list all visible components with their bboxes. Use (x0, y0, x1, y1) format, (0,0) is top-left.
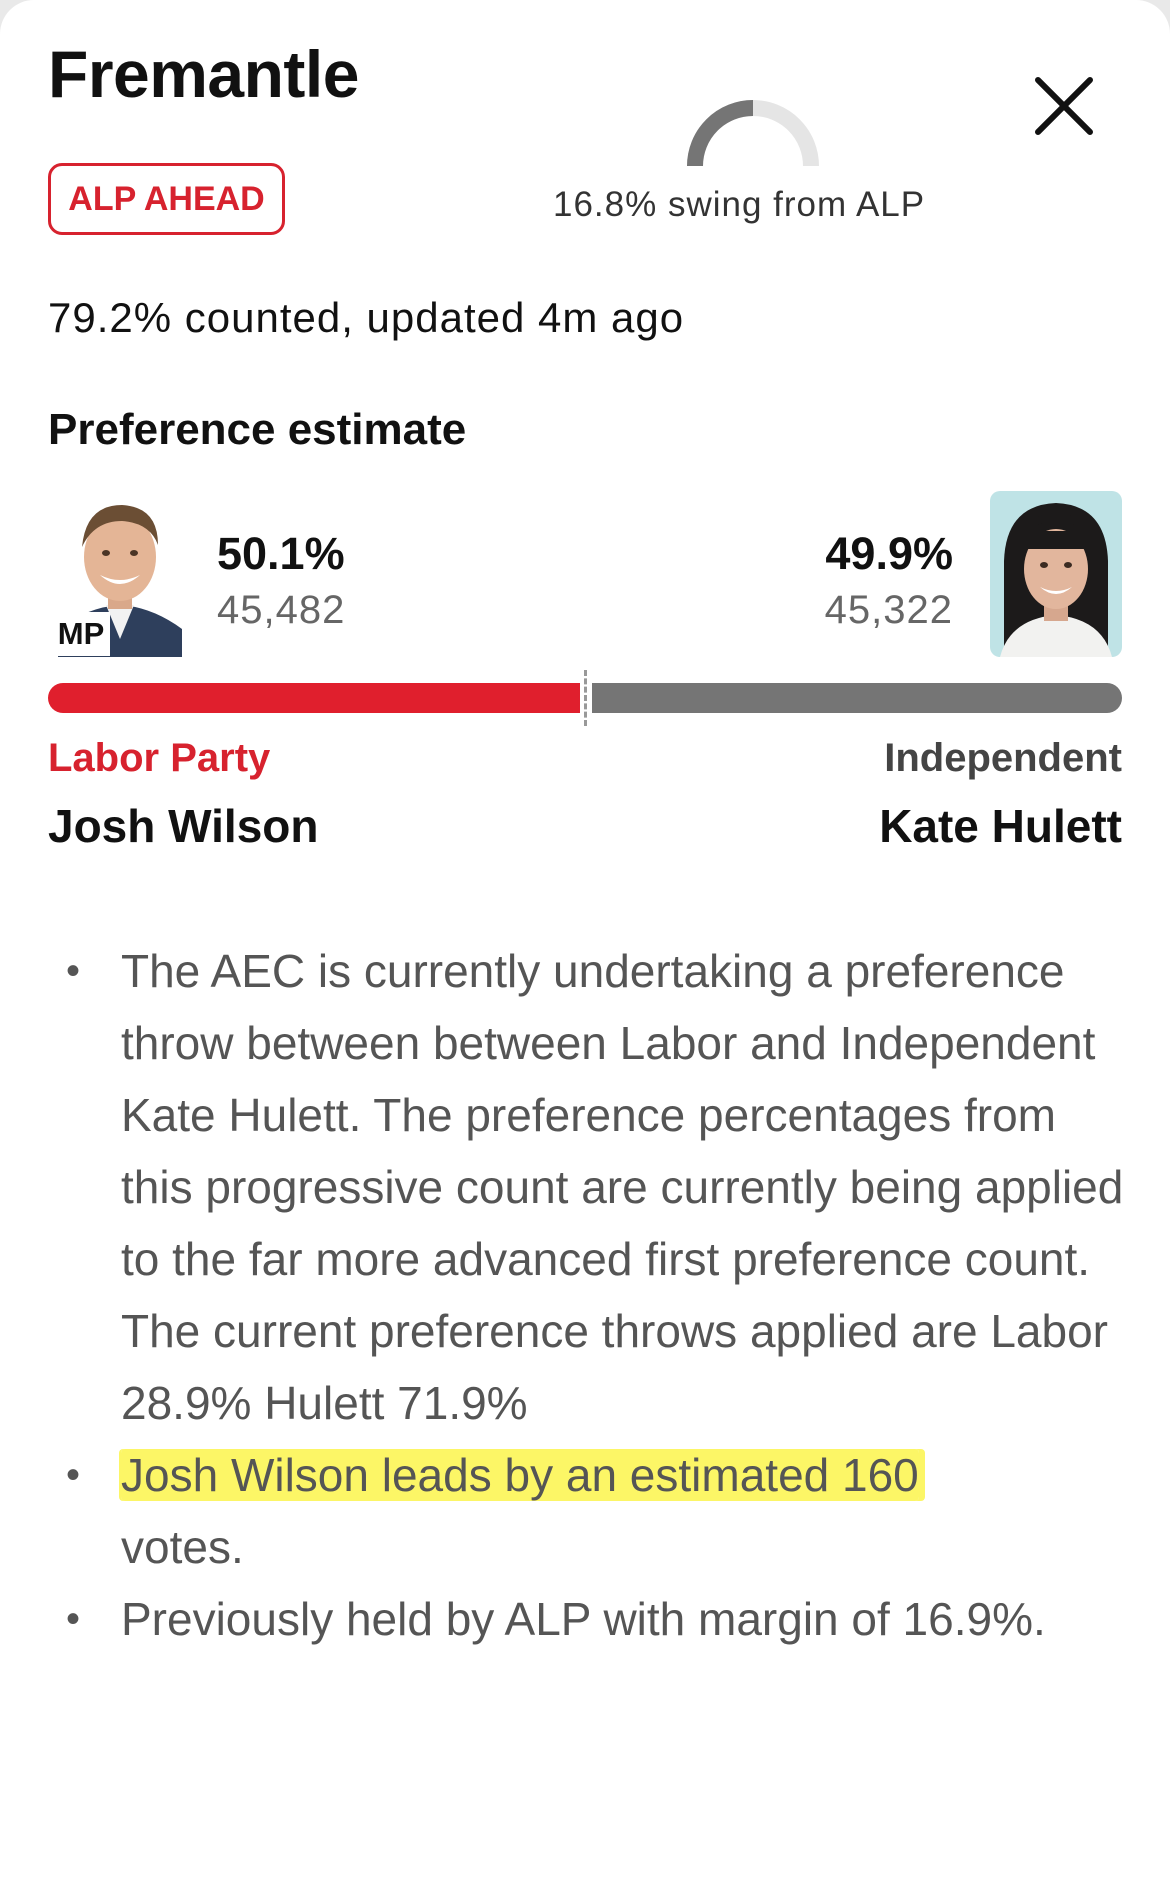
status-badge: ALP AHEAD (48, 163, 285, 235)
note-text: Previously held by ALP with margin of 16… (121, 1593, 1046, 1645)
swing-text: 16.8% swing from ALP (553, 185, 926, 224)
right-candidate-percent: 49.9% (825, 528, 953, 579)
list-item: Josh Wilson leads by an estimated 160 vot… (0, 1439, 1170, 1583)
note-text: The AEC is currently undertaking a prefe… (121, 945, 1124, 1429)
close-icon[interactable] (1024, 66, 1104, 146)
right-candidate-party: Independent (884, 736, 1122, 780)
list-item: The AEC is currently undertaking a prefe… (0, 935, 1170, 1439)
highlighted-note-text: Josh Wilson leads by an estimated 160 (121, 1449, 919, 1501)
notes-list: The AEC is currently undertaking a prefe… (0, 935, 1170, 1655)
right-candidate-name: Kate Hulett (879, 800, 1122, 852)
left-candidate-party: Labor Party (48, 736, 271, 780)
preference-bar-labor (48, 683, 580, 713)
left-candidate-percent: 50.1% (217, 528, 345, 579)
fifty-percent-marker (584, 670, 587, 726)
counted-status: 79.2% counted, updated 4m ago (48, 294, 685, 341)
candidate-photo-kate-hulett (990, 491, 1122, 657)
electorate-title: Fremantle (48, 37, 359, 111)
list-item: Previously held by ALP with margin of 16… (0, 1583, 1170, 1655)
left-candidate-name: Josh Wilson (48, 800, 319, 852)
preference-title: Preference estimate (48, 405, 467, 454)
seat-result-card: Fremantle ALP AHEAD 16.8% swing from ALP… (0, 0, 1170, 1897)
preference-bar-independent (592, 683, 1122, 713)
note-text-continued: votes. (121, 1521, 244, 1573)
swing-gauge-icon (687, 100, 819, 167)
right-candidate-votes: 45,322 (824, 588, 953, 632)
left-candidate-votes: 45,482 (217, 588, 346, 632)
mp-badge: MP (52, 612, 110, 656)
